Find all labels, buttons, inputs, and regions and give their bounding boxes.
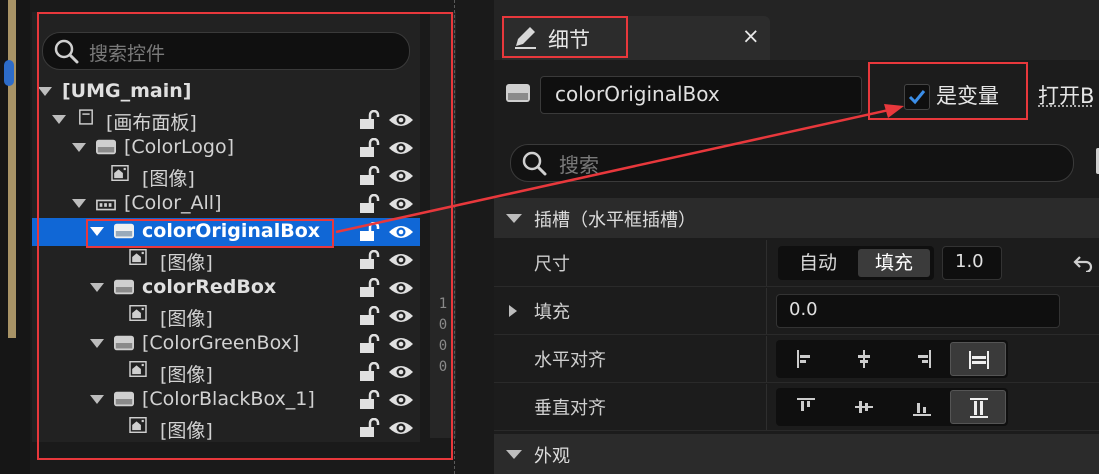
- annotation-arrow: [335, 104, 904, 234]
